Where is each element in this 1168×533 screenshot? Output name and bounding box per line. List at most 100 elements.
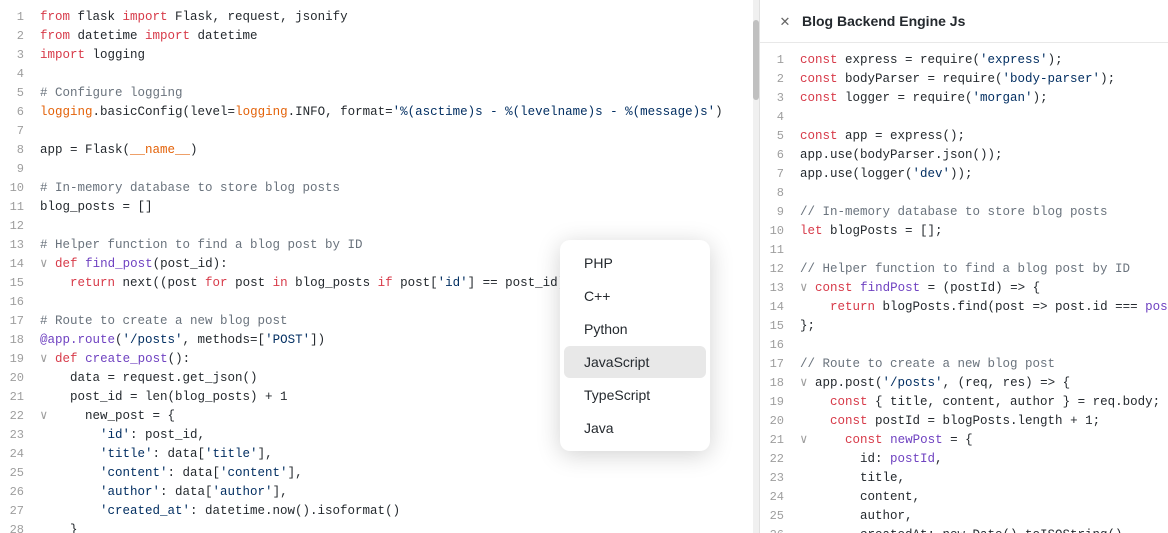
code-line: 21∨ const newPost = { (760, 431, 1168, 450)
line-content: import logging (40, 46, 759, 65)
line-number: 3 (760, 89, 800, 108)
code-line: 8app = Flask(__name__) (0, 141, 759, 160)
line-number: 6 (760, 146, 800, 165)
dropdown-item-java[interactable]: Java (564, 412, 706, 444)
left-scrollbar-thumb[interactable] (753, 20, 759, 100)
line-content: ∨ const findPost = (postId) => { (800, 279, 1168, 298)
line-number: 15 (0, 274, 40, 293)
right-code-editor: 1const express = require('express');2con… (760, 43, 1168, 533)
line-content: app.use(bodyParser.json()); (800, 146, 1168, 165)
line-content (40, 122, 759, 141)
line-number: 8 (0, 141, 40, 160)
language-dropdown[interactable]: PHPC++PythonJavaScriptTypeScriptJava (560, 240, 710, 451)
line-content: # In-memory database to store blog posts (40, 179, 759, 198)
line-content: 'author': data['author'], (40, 483, 759, 502)
line-number: 1 (760, 51, 800, 70)
code-line: 12// Helper function to find a blog post… (760, 260, 1168, 279)
line-content (40, 160, 759, 179)
line-content (800, 241, 1168, 260)
code-line: 11 (760, 241, 1168, 260)
code-line: 2const bodyParser = require('body-parser… (760, 70, 1168, 89)
line-content: # Configure logging (40, 84, 759, 103)
line-number: 10 (0, 179, 40, 198)
line-content: author, (800, 507, 1168, 526)
line-number: 21 (760, 431, 800, 450)
line-number: 22 (760, 450, 800, 469)
line-number: 10 (760, 222, 800, 241)
line-content: app = Flask(__name__) (40, 141, 759, 160)
dropdown-item-python[interactable]: Python (564, 313, 706, 345)
line-content (40, 217, 759, 236)
left-scrollbar[interactable] (753, 0, 759, 533)
line-content: } (40, 521, 759, 533)
line-number: 14 (760, 298, 800, 317)
line-number: 18 (760, 374, 800, 393)
dropdown-item-c++[interactable]: C++ (564, 280, 706, 312)
line-content: const express = require('express'); (800, 51, 1168, 70)
code-line: 24 content, (760, 488, 1168, 507)
line-number: 17 (0, 312, 40, 331)
close-button[interactable]: ✕ (776, 12, 794, 30)
line-content: 'created_at': datetime.now().isoformat() (40, 502, 759, 521)
line-content (800, 336, 1168, 355)
code-line: 10# In-memory database to store blog pos… (0, 179, 759, 198)
line-number: 4 (0, 65, 40, 84)
line-content (800, 108, 1168, 127)
line-number: 19 (0, 350, 40, 369)
code-line: 10let blogPosts = []; (760, 222, 1168, 241)
line-content: ∨ const newPost = { (800, 431, 1168, 450)
line-content: logging.basicConfig(level=logging.INFO, … (40, 103, 759, 122)
line-content: from flask import Flask, request, jsonif… (40, 8, 759, 27)
code-line: 3const logger = require('morgan'); (760, 89, 1168, 108)
line-number: 15 (760, 317, 800, 336)
line-number: 21 (0, 388, 40, 407)
line-content: return blogPosts.find(post => post.id ==… (800, 298, 1168, 317)
line-content: createdAt: new Date().toISOString() (800, 526, 1168, 533)
line-number: 11 (760, 241, 800, 260)
line-number: 28 (0, 521, 40, 533)
code-line: 20 const postId = blogPosts.length + 1; (760, 412, 1168, 431)
dropdown-item-javascript[interactable]: JavaScript (564, 346, 706, 378)
right-header: ✕ Blog Backend Engine Js (760, 0, 1168, 43)
code-line: 11blog_posts = [] (0, 198, 759, 217)
line-number: 12 (760, 260, 800, 279)
line-number: 5 (760, 127, 800, 146)
code-line: 19 const { title, content, author } = re… (760, 393, 1168, 412)
line-number: 27 (0, 502, 40, 521)
code-line: 4 (0, 65, 759, 84)
code-line: 8 (760, 184, 1168, 203)
line-content: // Helper function to find a blog post b… (800, 260, 1168, 279)
line-number: 16 (0, 293, 40, 312)
code-line: 7app.use(logger('dev')); (760, 165, 1168, 184)
line-number: 26 (0, 483, 40, 502)
dropdown-item-php[interactable]: PHP (564, 247, 706, 279)
line-content: const postId = blogPosts.length + 1; (800, 412, 1168, 431)
line-content: title, (800, 469, 1168, 488)
code-line: 4 (760, 108, 1168, 127)
code-line: 25 author, (760, 507, 1168, 526)
line-number: 20 (760, 412, 800, 431)
code-line: 26 createdAt: new Date().toISOString() (760, 526, 1168, 533)
line-number: 2 (760, 70, 800, 89)
line-number: 7 (0, 122, 40, 141)
line-content: // Route to create a new blog post (800, 355, 1168, 374)
line-number: 19 (760, 393, 800, 412)
code-line: 5const app = express(); (760, 127, 1168, 146)
line-number: 4 (760, 108, 800, 127)
line-number: 18 (0, 331, 40, 350)
right-panel-title: Blog Backend Engine Js (802, 13, 965, 29)
right-code-panel: ✕ Blog Backend Engine Js 1const express … (760, 0, 1168, 533)
line-number: 7 (760, 165, 800, 184)
code-line: 6app.use(bodyParser.json()); (760, 146, 1168, 165)
code-line: 7 (0, 122, 759, 141)
line-content: 'content': data['content'], (40, 464, 759, 483)
code-line: 15}; (760, 317, 1168, 336)
dropdown-item-typescript[interactable]: TypeScript (564, 379, 706, 411)
line-content: app.use(logger('dev')); (800, 165, 1168, 184)
code-line: 3import logging (0, 46, 759, 65)
code-line: 25 'content': data['content'], (0, 464, 759, 483)
line-content: ∨ app.post('/posts', (req, res) => { (800, 374, 1168, 393)
line-content: const { title, content, author } = req.b… (800, 393, 1168, 412)
line-number: 6 (0, 103, 40, 122)
line-number: 20 (0, 369, 40, 388)
